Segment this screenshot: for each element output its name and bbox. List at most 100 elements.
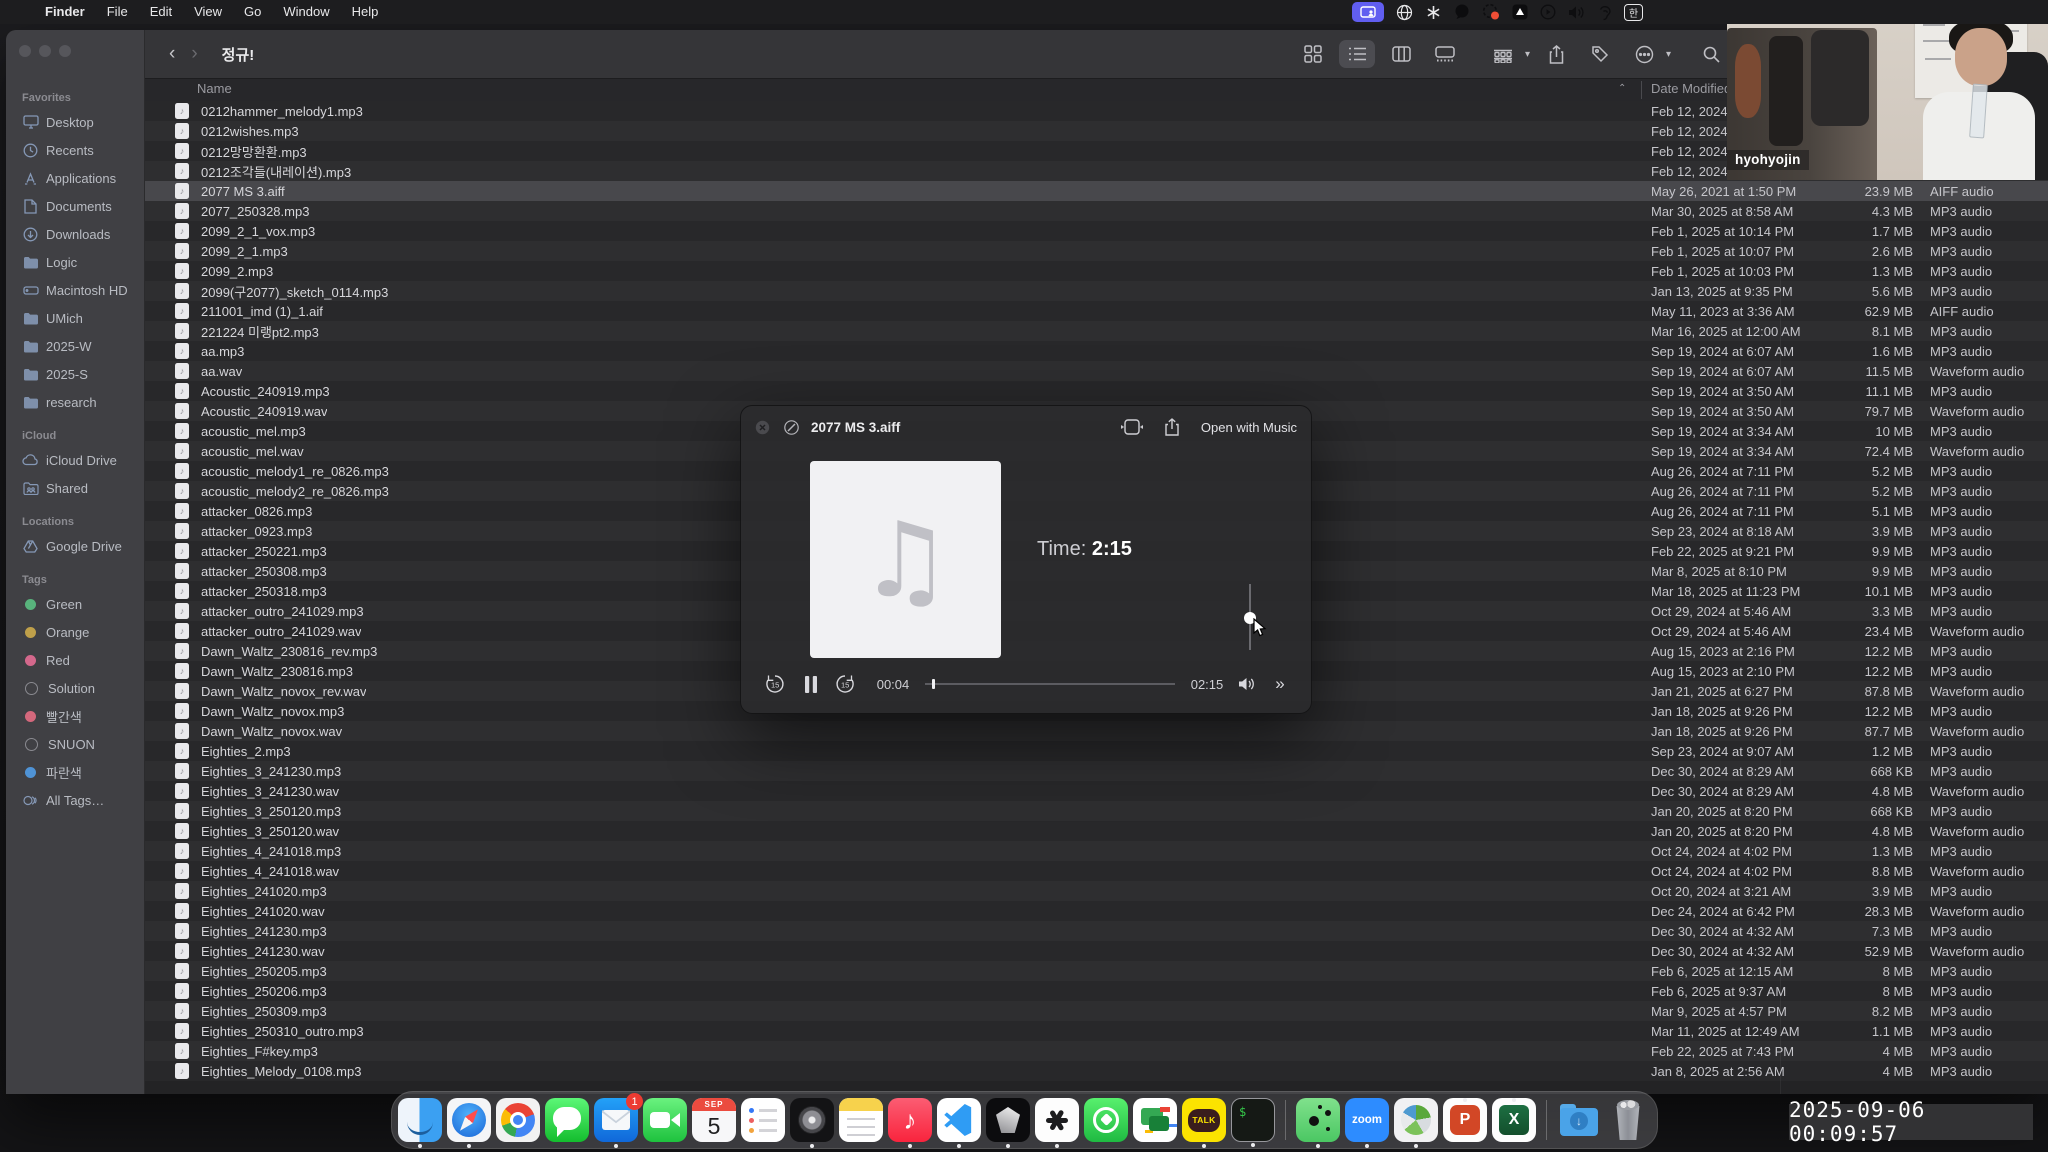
file-row[interactable]: ♪221224 미랭pt2.mp3Mar 16, 2025 at 12:00 A…: [145, 321, 2048, 341]
dock-icon-vscode[interactable]: [937, 1098, 981, 1142]
sidebar-item-red[interactable]: Red: [6, 646, 144, 674]
dock-icon-reminders[interactable]: [741, 1098, 785, 1142]
file-row[interactable]: ♪Eighties_241230.mp3Dec 30, 2024 at 4:32…: [145, 921, 2048, 941]
more-actions-button[interactable]: [1626, 40, 1662, 68]
dock-icon-mail[interactable]: 1: [594, 1098, 638, 1142]
sidebar-item-snuon[interactable]: SNUON: [6, 730, 144, 758]
menu-window[interactable]: Window: [272, 0, 340, 24]
sidebar-item-google-drive[interactable]: Google Drive: [6, 532, 144, 560]
sidebar-item-recents[interactable]: Recents: [6, 136, 144, 164]
dock-icon-trash[interactable]: [1606, 1098, 1650, 1142]
minimize-window-button[interactable]: [39, 45, 51, 57]
sidebar-item-research[interactable]: research: [6, 388, 144, 416]
file-row[interactable]: ♪aa.wavSep 19, 2024 at 6:07 AM11.5 MBWav…: [145, 361, 2048, 381]
file-row[interactable]: ♪Eighties_250206.mp3Feb 6, 2025 at 9:37 …: [145, 981, 2048, 1001]
sidebar-item-빨간색[interactable]: 빨간색: [6, 702, 144, 730]
dock-icon-safari[interactable]: [447, 1098, 491, 1142]
screen-sharing-icon[interactable]: [1352, 2, 1384, 22]
file-row[interactable]: ♪Dawn_Waltz_novox.wavJan 18, 2025 at 9:2…: [145, 721, 2048, 741]
volume-icon[interactable]: [1568, 5, 1586, 20]
hearing-icon[interactable]: [1598, 4, 1612, 21]
file-row[interactable]: ♪211001_imd (1)_1.aifMay 11, 2023 at 3:3…: [145, 301, 2048, 321]
sidebar-item-logic[interactable]: Logic: [6, 248, 144, 276]
column-divider[interactable]: [1641, 81, 1642, 99]
dock-icon-finder[interactable]: [398, 1098, 442, 1142]
screen-record-icon[interactable]: [1482, 3, 1500, 21]
file-row[interactable]: ♪2099_2_1.mp3Feb 1, 2025 at 10:07 PM2.6 …: [145, 241, 2048, 261]
menu-view[interactable]: View: [183, 0, 233, 24]
delta-app-icon[interactable]: [1512, 4, 1528, 20]
skip-back-15-button[interactable]: 15: [763, 669, 787, 699]
file-row[interactable]: ♪aa.mp3Sep 19, 2024 at 6:07 AM1.6 MBMP3 …: [145, 341, 2048, 361]
quicklook-fullscreen-icon[interactable]: [1121, 419, 1143, 435]
sidebar-item-downloads[interactable]: Downloads: [6, 220, 144, 248]
file-row[interactable]: ♪2077_250328.mp3Mar 30, 2025 at 8:58 AM4…: [145, 201, 2048, 221]
sidebar-item-desktop[interactable]: Desktop: [6, 108, 144, 136]
file-row[interactable]: ♪Eighties_241020.wavDec 24, 2024 at 6:42…: [145, 901, 2048, 921]
sidebar-item-umich[interactable]: UMich: [6, 304, 144, 332]
file-row[interactable]: ♪2099_2_1_vox.mp3Feb 1, 2025 at 10:14 PM…: [145, 221, 2048, 241]
sidebar-item-파란색[interactable]: 파란색: [6, 758, 144, 786]
menu-help[interactable]: Help: [341, 0, 390, 24]
fast-forward-button[interactable]: »: [1265, 669, 1293, 699]
file-row[interactable]: ♪Eighties_2.mp3Sep 23, 2024 at 9:07 AM1.…: [145, 741, 2048, 761]
quicklook-close-icon[interactable]: [755, 420, 770, 435]
file-row[interactable]: ♪Eighties_F#key.mp3Feb 22, 2025 at 7:43 …: [145, 1041, 2048, 1061]
dock-icon-calendar[interactable]: SEP5: [692, 1098, 736, 1142]
sidebar-item-2025-w[interactable]: 2025-W: [6, 332, 144, 360]
file-row[interactable]: ♪Eighties_241020.mp3Oct 20, 2024 at 3:21…: [145, 881, 2048, 901]
file-row[interactable]: ♪Eighties_4_241018.mp3Oct 24, 2024 at 4:…: [145, 841, 2048, 861]
quicklook-share-icon[interactable]: [1165, 418, 1179, 436]
file-row[interactable]: ♪Eighties_3_241230.wavDec 30, 2024 at 8:…: [145, 781, 2048, 801]
dock-icon-terminal[interactable]: $: [1231, 1098, 1275, 1142]
progress-bar[interactable]: [925, 683, 1175, 685]
file-row[interactable]: ♪2099_2.mp3Feb 1, 2025 at 10:03 PM1.3 MB…: [145, 261, 2048, 281]
file-row[interactable]: ♪2077 MS 3.aiffMay 26, 2021 at 1:50 PM23…: [145, 181, 2048, 201]
gallery-view-button[interactable]: [1427, 40, 1463, 68]
sidebar-item-all-tags-[interactable]: All Tags…: [6, 786, 144, 814]
globe-vpn-icon[interactable]: [1396, 4, 1413, 21]
group-by-button[interactable]: [1485, 40, 1521, 68]
skip-forward-15-button[interactable]: 15: [833, 669, 857, 699]
file-row[interactable]: ♪Acoustic_240919.mp3Sep 19, 2024 at 3:50…: [145, 381, 2048, 401]
file-row[interactable]: ♪Eighties_3_241230.mp3Dec 30, 2024 at 8:…: [145, 761, 2048, 781]
menu-edit[interactable]: Edit: [139, 0, 183, 24]
progress-position[interactable]: [932, 679, 935, 689]
dock-icon-kakao[interactable]: TALK: [1182, 1098, 1226, 1142]
dock-icon-music[interactable]: ♪: [888, 1098, 932, 1142]
openai-icon[interactable]: [1425, 4, 1442, 21]
column-view-button[interactable]: [1383, 40, 1419, 68]
input-source-icon[interactable]: 한: [1624, 4, 1643, 21]
mute-button[interactable]: [1235, 669, 1259, 699]
icon-view-button[interactable]: [1295, 40, 1331, 68]
close-window-button[interactable]: [19, 45, 31, 57]
menu-go[interactable]: Go: [233, 0, 272, 24]
dock-icon-downloads[interactable]: ↓: [1557, 1098, 1601, 1142]
column-header-date[interactable]: Date Modified: [1651, 81, 1731, 96]
sidebar-item-orange[interactable]: Orange: [6, 618, 144, 646]
zoom-window-button[interactable]: [59, 45, 71, 57]
sidebar-item-solution[interactable]: Solution: [6, 674, 144, 702]
file-row[interactable]: ♪Eighties_241230.wavDec 30, 2024 at 4:32…: [145, 941, 2048, 961]
dock-icon-anyconnect[interactable]: [1394, 1098, 1438, 1142]
file-row[interactable]: ♪Eighties_250309.mp3Mar 9, 2025 at 4:57 …: [145, 1001, 2048, 1021]
dock-icon-chatgpt[interactable]: [1035, 1098, 1079, 1142]
sidebar-item-icloud-drive[interactable]: iCloud Drive: [6, 446, 144, 474]
file-row[interactable]: ♪Eighties_4_241018.wavOct 24, 2024 at 4:…: [145, 861, 2048, 881]
search-icon[interactable]: [1693, 40, 1729, 68]
forward-button[interactable]: ›: [191, 43, 197, 65]
dock-icon-whatsapp[interactable]: [1084, 1098, 1128, 1142]
quicklook-markup-icon[interactable]: [784, 420, 799, 435]
file-row[interactable]: ♪2099(구2077)_sketch_0114.mp3Jan 13, 2025…: [145, 281, 2048, 301]
sidebar-item-applications[interactable]: Applications: [6, 164, 144, 192]
sidebar-item-green[interactable]: Green: [6, 590, 144, 618]
list-view-button[interactable]: [1339, 40, 1375, 68]
sidebar-item-shared[interactable]: Shared: [6, 474, 144, 502]
dock-icon-app3d[interactable]: [986, 1098, 1030, 1142]
file-row[interactable]: ♪Eighties_3_250120.wavJan 20, 2025 at 8:…: [145, 821, 2048, 841]
dock-icon-powerpoint[interactable]: P: [1443, 1098, 1487, 1142]
dock-icon-facetime[interactable]: [643, 1098, 687, 1142]
file-row[interactable]: ♪Eighties_250310_outro.mp3Mar 11, 2025 a…: [145, 1021, 2048, 1041]
volume-slider[interactable]: [1249, 584, 1251, 650]
sidebar-item-macintosh-hd[interactable]: Macintosh HD: [6, 276, 144, 304]
